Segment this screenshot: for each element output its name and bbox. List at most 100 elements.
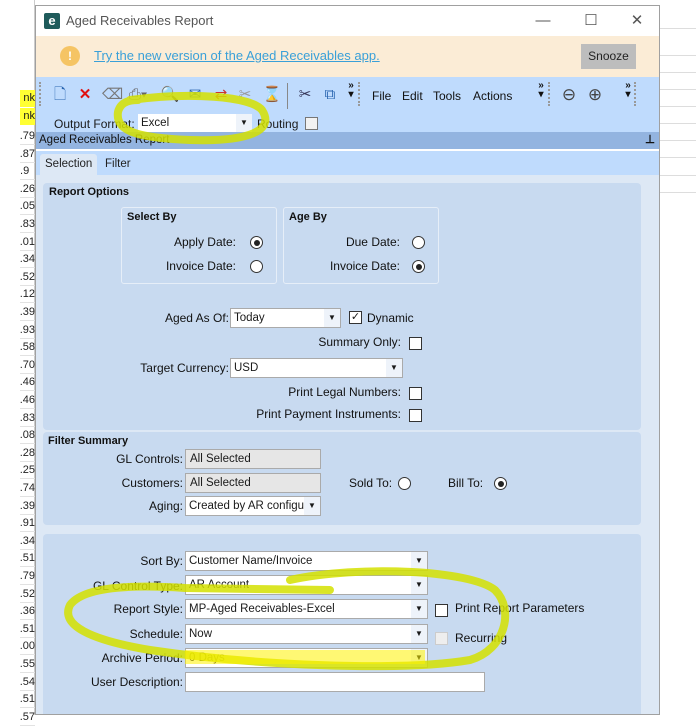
- upgrade-banner: ! Try the new version of the Aged Receiv…: [36, 36, 659, 77]
- bill-to-radio[interactable]: [494, 477, 507, 490]
- sheet-cell: 26.: [20, 181, 35, 198]
- target-currency-select[interactable]: USD ▼: [230, 358, 403, 378]
- dynamic-label: Dynamic: [367, 311, 414, 325]
- sheet-cell: 00.: [20, 638, 35, 656]
- sheet-cell: 25.: [20, 462, 35, 480]
- user-description-input[interactable]: [185, 672, 485, 692]
- aging-select[interactable]: Created by AR configu ▼: [185, 496, 321, 516]
- new-version-link[interactable]: Try the new version of the Aged Receivab…: [94, 48, 380, 63]
- archive-period-label: Archive Period:: [101, 651, 183, 665]
- sheet-cell: 58.: [20, 339, 35, 357]
- dropdown-arrow-icon: ▼: [386, 359, 402, 377]
- tab-selection[interactable]: Selection: [40, 154, 98, 177]
- forward-arrow-icon[interactable]: ⊕: [585, 85, 605, 105]
- dropdown-arrow-icon: ▼: [411, 576, 427, 594]
- cut-icon[interactable]: ✂: [295, 85, 315, 105]
- archive-period-select[interactable]: 0 Days ▼: [185, 648, 428, 668]
- menu-actions[interactable]: Actions: [473, 89, 512, 103]
- sold-to-radio[interactable]: [398, 477, 411, 490]
- toolbar-grip[interactable]: [634, 82, 637, 106]
- print-legal-numbers-checkbox[interactable]: [409, 387, 422, 400]
- routing-checkbox[interactable]: [305, 117, 318, 130]
- sheet-cell: 70.: [20, 357, 35, 374]
- sheet-cell: 34.: [20, 251, 35, 269]
- menu-file[interactable]: File: [372, 89, 391, 103]
- background-grid: [660, 0, 696, 715]
- sheet-cell: 79.: [20, 128, 35, 145]
- gl-controls-label: GL Controls:: [116, 452, 183, 466]
- overflow-chevron-icon[interactable]: » ▾: [346, 81, 356, 100]
- copy-icon[interactable]: ⧉: [320, 85, 340, 105]
- overflow-chevron-icon[interactable]: » ▾: [623, 81, 633, 100]
- sheet-cell: 51.: [20, 691, 35, 709]
- output-options-panel: Sort By: Customer Name/Invoice ▼ GL Contr…: [43, 534, 641, 714]
- dynamic-checkbox[interactable]: ✓: [349, 311, 362, 324]
- sheet-cell: 9.: [20, 163, 35, 181]
- sheet-cell: 93.: [20, 322, 35, 339]
- tools-icon[interactable]: ✂: [235, 85, 255, 105]
- output-format-label: Output Format:: [54, 117, 135, 131]
- sheet-cell: 51.: [20, 621, 35, 638]
- print-legal-numbers-label: Print Legal Numbers:: [288, 385, 401, 399]
- export-icon[interactable]: ⇄: [211, 85, 231, 105]
- section-title: Aged Receivables Report: [39, 134, 170, 146]
- sheet-cell: 83.: [20, 216, 35, 233]
- age-invoice-date-radio[interactable]: [412, 260, 425, 273]
- gl-control-type-select[interactable]: AR Account ▼: [185, 575, 428, 595]
- sold-to-label: Sold To:: [349, 476, 393, 490]
- apply-date-radio[interactable]: [250, 236, 263, 249]
- due-date-radio[interactable]: [412, 236, 425, 249]
- toolbar-grip[interactable]: [358, 82, 361, 106]
- sheet-cell: 91.: [20, 515, 35, 533]
- close-button[interactable]: ✕: [626, 10, 648, 32]
- toolbar-separator: [287, 83, 288, 109]
- tab-bar: Selection Filter: [36, 149, 659, 177]
- print-icon[interactable]: ⎙▾: [128, 85, 148, 105]
- sheet-cell: 34.: [20, 533, 35, 550]
- sort-by-select[interactable]: Customer Name/Invoice ▼: [185, 551, 428, 571]
- sheet-cell: 55.: [20, 656, 35, 673]
- sheet-cell: 51.: [20, 550, 35, 568]
- toolbar-grip[interactable]: [548, 82, 551, 106]
- title-bar: e Aged Receivables Report — ☐ ✕: [36, 6, 659, 36]
- aging-label: Aging:: [148, 499, 183, 513]
- group-title: Select By: [127, 211, 177, 223]
- output-format-select[interactable]: Excel ▼: [138, 114, 252, 134]
- minimize-button[interactable]: —: [532, 10, 554, 32]
- recurring-checkbox[interactable]: [435, 632, 448, 645]
- sheet-cell: 46.: [20, 374, 35, 392]
- dropdown-arrow-icon: ▼: [236, 114, 252, 132]
- menu-edit[interactable]: Edit: [402, 89, 423, 103]
- toolbar: 🗋 ✕ ⌫ ⎙▾ 🔍 ✉ ⇄ ✂ ⌛ ✂ ⧉ » ▾ File Edit Tool…: [36, 77, 659, 134]
- overflow-chevron-icon[interactable]: » ▾: [536, 81, 546, 100]
- maximize-button[interactable]: ☐: [580, 10, 602, 32]
- print-preview-icon[interactable]: 🔍: [160, 85, 180, 105]
- report-window: e Aged Receivables Report — ☐ ✕ ! Try th…: [35, 5, 660, 715]
- schedule-select[interactable]: Now ▼: [185, 624, 428, 644]
- pin-icon[interactable]: ⊥: [645, 132, 655, 149]
- summary-only-label: Summary Only:: [318, 335, 401, 349]
- delete-icon[interactable]: ✕: [75, 85, 95, 105]
- snooze-button[interactable]: Snooze: [581, 44, 636, 69]
- toolbar-grip[interactable]: [39, 82, 42, 106]
- sort-by-value: Customer Name/Invoice: [189, 555, 313, 567]
- new-document-icon[interactable]: 🗋: [50, 85, 70, 105]
- report-style-select[interactable]: MP-Aged Receivables-Excel ▼: [185, 599, 428, 619]
- menu-tools[interactable]: Tools: [433, 89, 461, 103]
- sheet-cell: 08.: [20, 427, 35, 445]
- eraser-icon[interactable]: ⌫: [102, 85, 123, 105]
- aged-as-of-select[interactable]: Today ▼: [230, 308, 341, 328]
- tab-filter[interactable]: Filter: [100, 154, 136, 177]
- age-by-group: Age By Due Date: Invoice Date:: [283, 207, 439, 284]
- gl-controls-field[interactable]: All Selected: [185, 449, 321, 469]
- schedule-icon[interactable]: ⌛: [262, 85, 282, 105]
- back-arrow-icon[interactable]: ⊖: [559, 85, 579, 105]
- email-icon[interactable]: ✉: [185, 85, 205, 105]
- summary-only-checkbox[interactable]: [409, 337, 422, 350]
- routing-label: Routing: [257, 117, 299, 131]
- customers-field[interactable]: All Selected: [185, 473, 321, 493]
- print-payment-instruments-checkbox[interactable]: [409, 409, 422, 422]
- print-report-parameters-checkbox[interactable]: [435, 604, 448, 617]
- invoice-date-radio[interactable]: [250, 260, 263, 273]
- sheet-cell: 57.: [20, 709, 35, 726]
